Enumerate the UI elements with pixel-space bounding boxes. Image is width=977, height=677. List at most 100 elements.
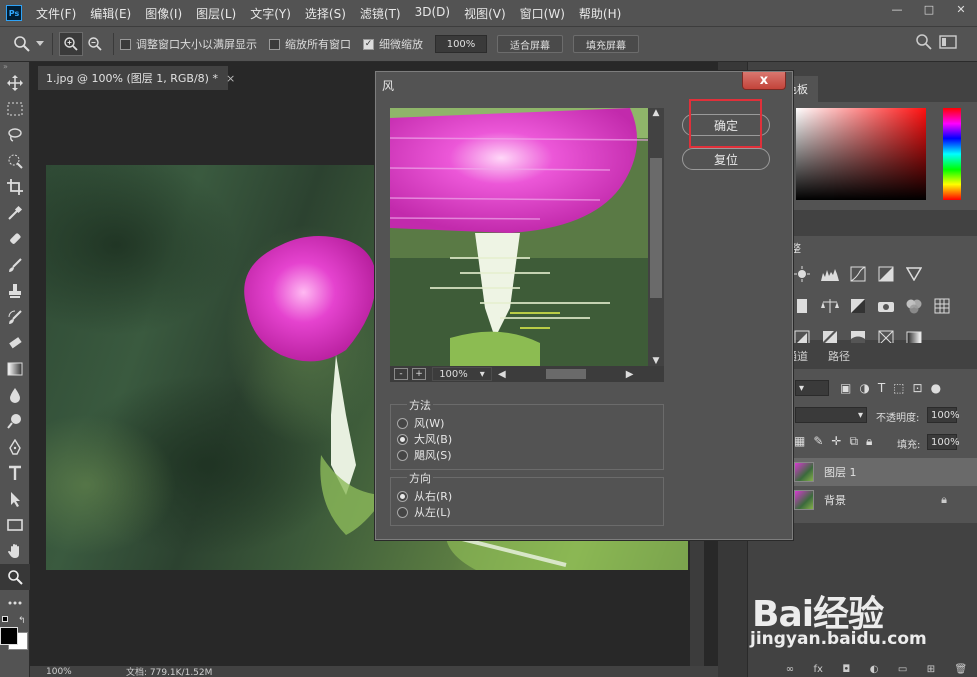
method-stagger-radio[interactable]: 飓风(S) [391,447,663,463]
exposure-icon[interactable] [874,262,898,286]
resize-window-checkbox[interactable]: 调整窗口大小以满屏显示 [120,36,257,52]
marquee-tool-icon[interactable] [0,96,30,122]
scroll-left-icon[interactable]: ◀ [498,369,506,380]
eyedropper-tool-icon[interactable] [0,200,30,226]
menu-item[interactable]: 窗口(W) [514,5,571,22]
smart-object-filter-icon[interactable]: ⊡ [913,381,923,395]
healing-brush-tool-icon[interactable] [0,226,30,252]
crop-tool-icon[interactable] [0,174,30,200]
menu-item[interactable]: 编辑(E) [84,5,137,22]
menu-item[interactable]: 帮助(H) [573,5,627,22]
menu-item[interactable]: 滤镜(T) [354,5,407,22]
scroll-up-icon[interactable]: ▲ [648,108,664,118]
zoom-minus-button[interactable]: - [394,368,408,380]
channel-mixer-icon[interactable] [902,294,926,318]
menu-item[interactable]: 文字(Y) [244,5,297,22]
quick-selection-tool-icon[interactable] [0,148,30,174]
method-blast-radio[interactable]: 大风(B) [391,431,663,447]
zoom-all-checkbox[interactable]: 缩放所有窗口 [269,36,351,52]
rectangle-tool-icon[interactable] [0,512,30,538]
levels-icon[interactable] [818,262,842,286]
trash-icon[interactable]: 🗑︎ [955,664,968,675]
foreground-color-swatch[interactable] [0,627,18,645]
new-layer-icon[interactable]: ⊞ [927,664,935,675]
dialog-close-button[interactable]: x [742,72,786,90]
close-tab-icon[interactable]: × [226,72,235,85]
move-tool-icon[interactable] [0,70,30,96]
vibrance-icon[interactable] [902,262,926,286]
gradient-tool-icon[interactable] [0,356,30,382]
brightness-icon[interactable] [790,262,814,286]
zoom-plus-button[interactable]: + [412,368,426,380]
lock-all-icon[interactable]: 🔒︎ [866,434,872,449]
menu-item[interactable]: 图层(L) [190,5,242,22]
type-tool-icon[interactable] [0,460,30,486]
new-adjustment-icon[interactable]: ◐ [870,664,879,675]
pen-tool-icon[interactable] [0,434,30,460]
color-lookup-icon[interactable] [930,294,954,318]
filter-preview[interactable] [390,108,648,366]
swap-colors-icon[interactable]: ↰ [18,616,26,626]
fill-field[interactable]: 100% [927,434,960,450]
history-brush-tool-icon[interactable] [0,304,30,330]
horizontal-scroll-thumb[interactable] [545,369,586,379]
layer-filter-dropdown[interactable]: ▾ [795,380,829,396]
fill-screen-button[interactable]: 填充屏幕 [573,35,639,53]
type-filter-icon[interactable]: T [878,381,885,395]
lock-artboard-icon[interactable]: ⧉ [849,434,858,449]
close-window-button[interactable]: ✕ [945,0,977,18]
scroll-thumb[interactable] [650,158,662,298]
tab-paths[interactable]: 路径 [818,343,860,369]
color-swatches[interactable]: ↰ [0,616,29,650]
lock-transparent-icon[interactable]: ▦ [794,434,805,449]
lock-paint-icon[interactable]: ✎ [813,434,823,449]
preview-vertical-scrollbar[interactable]: ▲ ▼ [648,108,664,366]
photo-filter-icon[interactable] [874,294,898,318]
toolbar-collapse-icon[interactable]: » [0,62,29,71]
hue-saturation-icon[interactable] [790,294,814,318]
clone-stamp-tool-icon[interactable] [0,278,30,304]
zoom-in-icon[interactable] [59,32,83,56]
opacity-field[interactable]: 100% [927,407,960,423]
menu-item[interactable]: 文件(F) [30,5,82,22]
maximize-button[interactable]: □ [913,0,945,18]
more-tools-icon[interactable] [0,590,30,616]
menu-item[interactable]: 3D(D) [409,5,456,22]
brush-tool-icon[interactable] [0,252,30,278]
layer-row[interactable]: 图层 1 [776,458,977,486]
adjustment-filter-icon[interactable]: ◑ [859,381,869,395]
curves-icon[interactable] [846,262,870,286]
image-filter-icon[interactable]: ▣ [840,381,851,395]
menu-item[interactable]: 图像(I) [139,5,188,22]
scroll-down-icon[interactable]: ▼ [648,356,664,366]
fit-screen-button[interactable]: 适合屏幕 [497,35,563,53]
reset-button[interactable]: 复位 [682,148,770,170]
filter-toggle-icon[interactable]: ● [931,381,941,395]
scrubby-zoom-checkbox[interactable]: ✓ 细微缩放 [363,36,423,52]
direction-right-radio[interactable]: 从右(R) [391,488,663,504]
black-white-icon[interactable] [846,294,870,318]
menu-item[interactable]: 视图(V) [458,5,512,22]
eraser-tool-icon[interactable] [0,330,30,356]
lock-position-icon[interactable]: ✛ [831,434,841,449]
method-wind-radio[interactable]: 风(W) [391,415,663,431]
shape-filter-icon[interactable]: ⬚ [893,381,904,395]
zoom-out-icon[interactable] [83,32,107,56]
add-mask-icon[interactable]: ◘ [842,664,850,675]
zoom-tool-icon[interactable] [0,564,30,590]
color-balance-icon[interactable] [818,294,842,318]
hand-tool-icon[interactable] [0,538,30,564]
zoom-value-field[interactable]: 100% [435,35,487,53]
chevron-down-icon[interactable] [34,32,46,56]
document-tab[interactable]: 1.jpg @ 100% (图层 1, RGB/8) * × [38,66,235,90]
direction-left-radio[interactable]: 从左(L) [391,504,663,520]
link-layers-icon[interactable]: ∞ [786,664,794,675]
new-group-icon[interactable]: ▭ [898,664,907,675]
default-colors-icon[interactable] [2,616,8,622]
zoom-tool-icon[interactable] [10,32,34,56]
color-picker-field[interactable] [796,108,926,200]
minimize-button[interactable]: — [881,0,913,18]
workspace-icon[interactable] [939,35,957,52]
lasso-tool-icon[interactable] [0,122,30,148]
fx-icon[interactable]: fx [813,664,822,675]
